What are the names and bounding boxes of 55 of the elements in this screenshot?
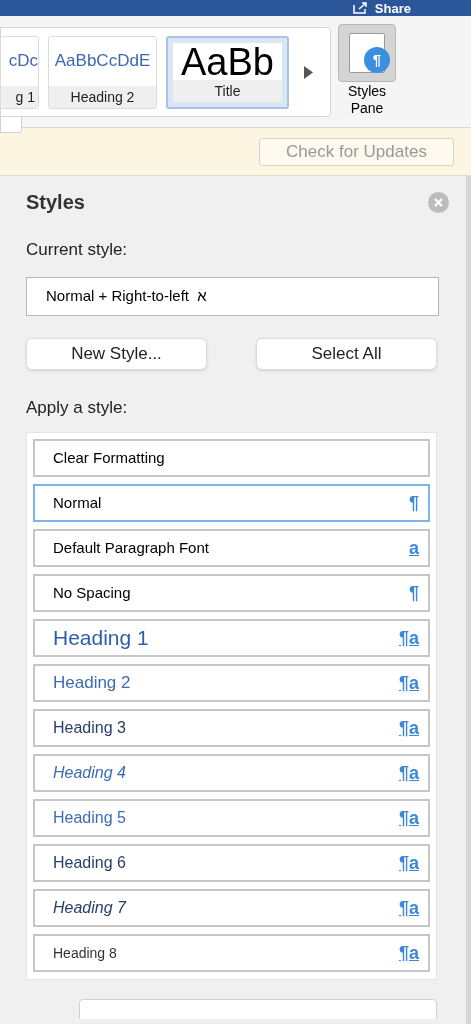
apply-style-label: Apply a style: (26, 396, 129, 419)
share-label[interactable]: Share (374, 1, 411, 15)
style-name: Heading 8 (53, 943, 117, 963)
style-list-item[interactable]: Heading 1 ¶a (33, 619, 430, 657)
style-list-item[interactable]: Normal ¶ (33, 484, 430, 522)
style-list-item[interactable]: Clear Formatting (33, 439, 430, 477)
linked-style-icon: ¶a (398, 809, 419, 827)
style-list-item[interactable]: Heading 8 ¶a (33, 934, 430, 972)
style-list-item[interactable]: Default Paragraph Font a (33, 529, 430, 567)
style-name: Heading 2 (53, 672, 131, 695)
pane-button[interactable]: New Style... (26, 337, 207, 370)
linked-style-icon: ¶a (398, 854, 419, 872)
current-style-label: Current style: (26, 239, 129, 261)
style-preview: AaBbCcDdE (49, 36, 156, 86)
style-name: Normal (53, 492, 102, 513)
style-list-item[interactable]: Heading 7 ¶a (33, 889, 430, 927)
linked-style-icon: ¶a (398, 899, 419, 917)
linked-style-icon: ¶a (398, 944, 419, 962)
style-preview: cDc (1, 36, 38, 86)
share-icon[interactable] (352, 2, 367, 14)
gallery-next-icon[interactable] (304, 65, 313, 79)
style-list-item[interactable]: Heading 4 ¶a (33, 754, 430, 792)
style-name: Heading 7 (53, 898, 126, 918)
style-name: Heading 6 (53, 853, 126, 873)
style-tile-label: Title (173, 79, 282, 102)
current-style-field: Normal + Right-to-left א (26, 276, 439, 316)
style-list-item[interactable]: Heading 6 ¶a (33, 844, 430, 882)
style-name: Clear Formatting (53, 447, 165, 468)
linked-style-icon: ¶a (398, 764, 419, 782)
linked-style-icon: ¶a (398, 629, 419, 647)
style-list-item[interactable]: Heading 2 ¶a (33, 664, 430, 702)
style-list-item[interactable]: Heading 5 ¶a (33, 799, 430, 837)
style-name: Heading 1 (53, 625, 149, 652)
style-name: Heading 4 (53, 763, 126, 783)
style-name: Default Paragraph Font (53, 537, 209, 558)
linked-style-icon: ¶a (398, 674, 419, 692)
linked-style-icon: ¶a (398, 719, 419, 737)
style-preview: AaBb (173, 42, 282, 80)
style-tile-label: g 1 (1, 85, 38, 108)
style-name: Heading 3 (53, 718, 126, 738)
paragraph-mark-icon: ¶ (409, 494, 419, 512)
style-list-item[interactable]: No Spacing ¶ (33, 574, 430, 612)
styles-pane-button[interactable]: ¶ Styles Pane (337, 24, 397, 117)
character-style-icon: a (409, 539, 419, 557)
styles-pane-icon: ¶ (338, 24, 396, 82)
pane-button[interactable]: Select All (256, 337, 437, 370)
paragraph-mark-icon: ¶ (409, 584, 419, 602)
style-name: Heading 5 (53, 808, 126, 828)
style-tile[interactable]: cDc g 1 (0, 35, 39, 109)
pane-title: Styles (26, 190, 85, 215)
style-tile-label: Heading 2 (49, 85, 156, 108)
style-name: No Spacing (53, 582, 131, 603)
style-tile[interactable]: AaBbCcDdE Heading 2 (48, 35, 157, 109)
style-tile[interactable]: AaBb Title (166, 35, 289, 109)
style-list-item[interactable]: Heading 3 ¶a (33, 709, 430, 747)
